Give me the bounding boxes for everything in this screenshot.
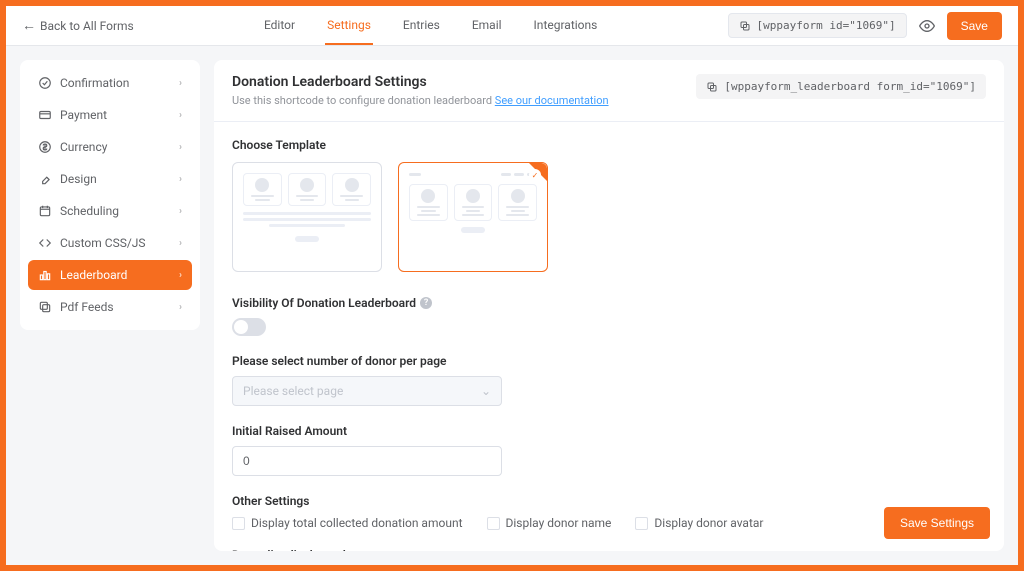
- save-settings-button[interactable]: Save Settings: [884, 507, 990, 539]
- initial-amount-label: Initial Raised Amount: [232, 424, 986, 438]
- sidebar-item-label: Payment: [60, 108, 107, 122]
- sidebar-item-custom-css-js[interactable]: Custom CSS/JS ›: [28, 228, 192, 258]
- back-label: Back to All Forms: [40, 19, 134, 33]
- sidebar-item-leaderboard[interactable]: Leaderboard ›: [28, 260, 192, 290]
- checkbox-donor-avatar[interactable]: Display donor avatar: [635, 516, 763, 530]
- body: Confirmation › Payment › Currency › Desi…: [6, 46, 1018, 565]
- chevron-down-icon: ⌄: [481, 384, 491, 398]
- code-icon: [38, 236, 52, 250]
- per-page-placeholder: Please select page: [243, 384, 343, 398]
- tab-settings[interactable]: Settings: [325, 6, 373, 45]
- pen-icon: [38, 172, 52, 186]
- copy-icon: [739, 20, 751, 32]
- template-selector: ✓ ✓: [232, 162, 986, 272]
- tab-email[interactable]: Email: [470, 6, 504, 45]
- checkbox-icon: [635, 517, 648, 530]
- check-circle-icon: [38, 76, 52, 90]
- visibility-label: Visibility Of Donation Leaderboard ?: [232, 296, 986, 310]
- settings-sidebar: Confirmation › Payment › Currency › Desi…: [20, 60, 200, 330]
- sidebar-item-label: Custom CSS/JS: [60, 236, 146, 250]
- sidebar-item-label: Currency: [60, 140, 107, 154]
- form-shortcode-text: [wppayform id="1069"]: [757, 19, 896, 32]
- leaderboard-shortcode-text: [wppayform_leaderboard form_id="1069"]: [724, 80, 976, 93]
- main-content: Choose Template: [214, 122, 1004, 551]
- save-button[interactable]: Save: [947, 12, 1002, 40]
- preview-eye-icon[interactable]: [919, 18, 935, 34]
- sidebar-item-label: Leaderboard: [60, 268, 127, 282]
- tab-integrations[interactable]: Integrations: [532, 6, 600, 45]
- leaderboard-shortcode-pill[interactable]: [wppayform_leaderboard form_id="1069"]: [696, 74, 986, 99]
- sidebar-item-scheduling[interactable]: Scheduling ›: [28, 196, 192, 226]
- copy-icon: [706, 81, 718, 93]
- checkbox-label: Display donor avatar: [654, 516, 763, 530]
- checkbox-label: Display total collected donation amount: [251, 516, 463, 530]
- chevron-right-icon: ›: [179, 206, 182, 217]
- chevron-right-icon: ›: [179, 110, 182, 121]
- sidebar-item-label: Confirmation: [60, 76, 129, 90]
- order-label: Donor list display order: [232, 548, 986, 551]
- help-icon[interactable]: ?: [420, 297, 432, 309]
- chevron-right-icon: ›: [179, 78, 182, 89]
- main-panel: Donation Leaderboard Settings Use this s…: [214, 60, 1004, 551]
- tab-editor[interactable]: Editor: [262, 6, 297, 45]
- other-settings-label: Other Settings: [232, 494, 986, 508]
- choose-template-label: Choose Template: [232, 138, 986, 152]
- arrow-left-icon: ←: [22, 17, 36, 34]
- checkbox-donor-name[interactable]: Display donor name: [487, 516, 612, 530]
- chevron-right-icon: ›: [179, 270, 182, 281]
- sidebar-item-currency[interactable]: Currency ›: [28, 132, 192, 162]
- page-subtitle: Use this shortcode to configure donation…: [232, 94, 609, 107]
- sidebar-item-payment[interactable]: Payment ›: [28, 100, 192, 130]
- chevron-right-icon: ›: [179, 142, 182, 153]
- sidebar-item-confirmation[interactable]: Confirmation ›: [28, 68, 192, 98]
- chevron-right-icon: ›: [179, 174, 182, 185]
- form-shortcode-pill[interactable]: [wppayform id="1069"]: [728, 13, 907, 38]
- checkbox-total-amount[interactable]: Display total collected donation amount: [232, 516, 463, 530]
- sidebar-item-label: Scheduling: [60, 204, 119, 218]
- per-page-label: Please select number of donor per page: [232, 354, 986, 368]
- chart-icon: [38, 268, 52, 282]
- chevron-right-icon: ›: [179, 302, 182, 313]
- main-header: Donation Leaderboard Settings Use this s…: [214, 60, 1004, 122]
- calendar-icon: [38, 204, 52, 218]
- other-settings-checks: Display total collected donation amount …: [232, 516, 986, 530]
- chevron-right-icon: ›: [179, 238, 182, 249]
- checkbox-label: Display donor name: [506, 516, 612, 530]
- top-actions: [wppayform id="1069"] Save: [728, 12, 1002, 40]
- topbar: ← Back to All Forms Editor Settings Entr…: [6, 6, 1018, 46]
- top-tabs: Editor Settings Entries Email Integratio…: [262, 6, 599, 45]
- checkbox-icon: [232, 517, 245, 530]
- initial-amount-input[interactable]: [232, 446, 502, 476]
- documentation-link[interactable]: See our documentation: [495, 94, 609, 107]
- tab-entries[interactable]: Entries: [401, 6, 442, 45]
- sidebar-item-design[interactable]: Design ›: [28, 164, 192, 194]
- copy-icon: [38, 300, 52, 314]
- per-page-select[interactable]: Please select page ⌄: [232, 376, 502, 406]
- template-option-1[interactable]: ✓: [232, 162, 382, 272]
- sidebar-item-pdf-feeds[interactable]: Pdf Feeds ›: [28, 292, 192, 322]
- check-icon: ✓: [529, 169, 541, 181]
- sidebar-item-label: Pdf Feeds: [60, 300, 114, 314]
- card-icon: [38, 108, 52, 122]
- visibility-toggle[interactable]: [232, 318, 266, 336]
- page-title: Donation Leaderboard Settings: [232, 74, 609, 90]
- sidebar-item-label: Design: [60, 172, 97, 186]
- checkbox-icon: [487, 517, 500, 530]
- template-option-2[interactable]: ✓: [398, 162, 548, 272]
- dollar-icon: [38, 140, 52, 154]
- back-to-forms-link[interactable]: ← Back to All Forms: [22, 17, 134, 34]
